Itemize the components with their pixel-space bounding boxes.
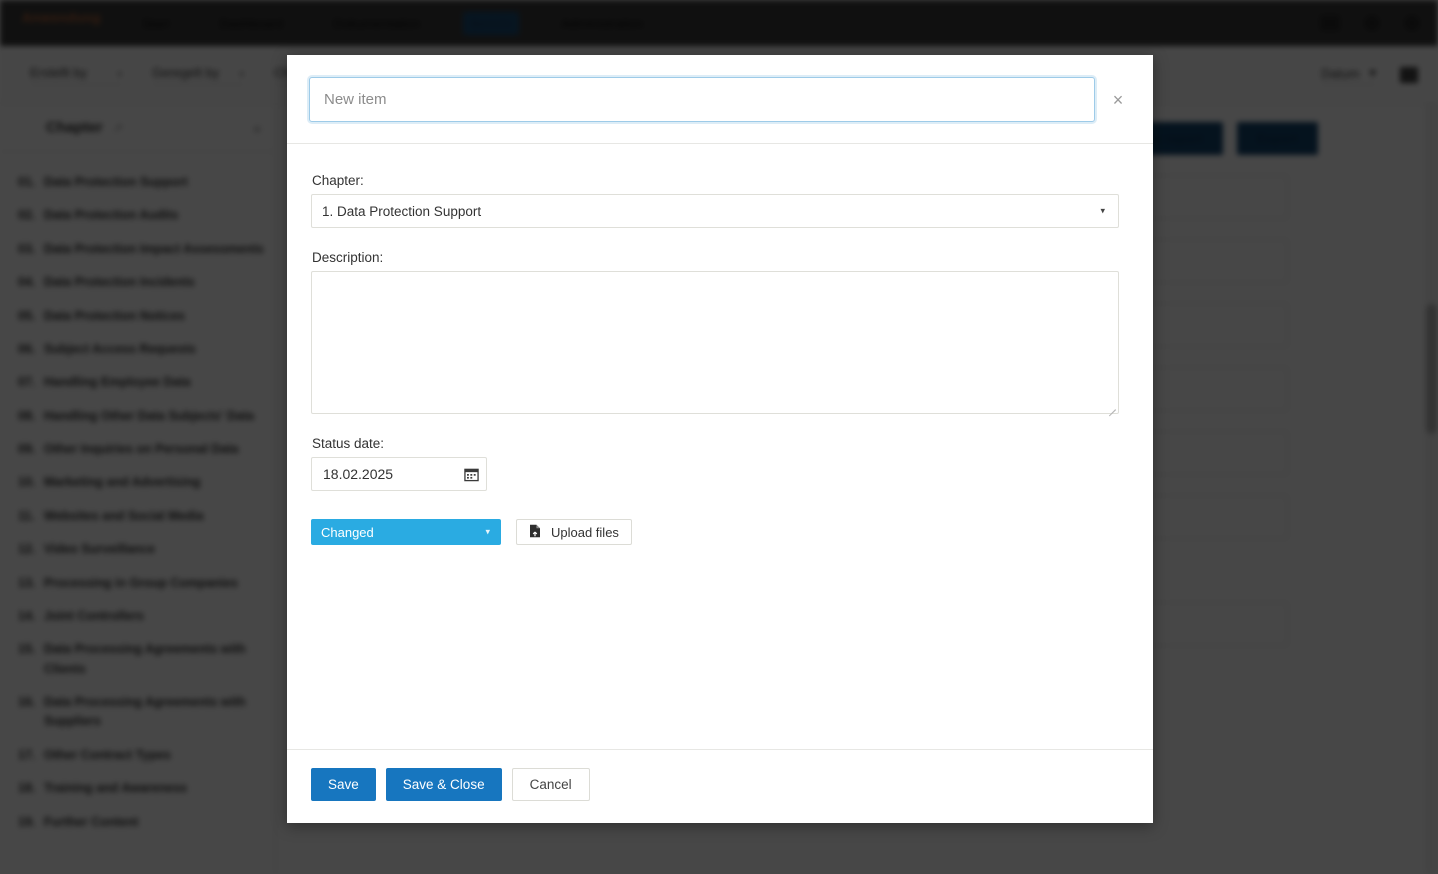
status-date-input[interactable] — [311, 457, 487, 491]
dialog-footer: Save Save & Close Cancel — [287, 749, 1153, 823]
description-textarea[interactable] — [311, 271, 1119, 414]
chapter-select-value: 1. Data Protection Support — [322, 204, 481, 219]
chapter-label: Chapter: — [312, 173, 1129, 188]
chevron-down-icon: ▾ — [485, 527, 490, 538]
upload-files-label: Upload files — [551, 525, 619, 540]
status-date-label: Status date: — [312, 436, 1129, 451]
status-date-wrapper — [311, 457, 487, 491]
calendar-icon[interactable] — [463, 466, 479, 482]
cancel-button[interactable]: Cancel — [512, 768, 590, 801]
save-and-close-button[interactable]: Save & Close — [386, 768, 502, 801]
dialog-body: Chapter: 1. Data Protection Support ▾ De… — [287, 144, 1153, 749]
chapter-select[interactable]: 1. Data Protection Support ▾ — [311, 194, 1119, 228]
status-and-upload-row: Changed ▾ Upload files — [311, 519, 1129, 545]
upload-files-button[interactable]: Upload files — [516, 519, 632, 545]
file-upload-icon — [529, 524, 541, 541]
item-title-input[interactable] — [309, 77, 1095, 122]
chevron-down-icon: ▾ — [1100, 206, 1105, 217]
new-item-dialog: × Chapter: 1. Data Protection Support ▾ … — [287, 55, 1153, 823]
close-icon[interactable]: × — [1105, 87, 1131, 113]
dialog-header: × — [287, 55, 1153, 144]
status-select-value: Changed — [321, 525, 374, 540]
description-wrapper — [311, 271, 1119, 414]
save-button[interactable]: Save — [311, 768, 376, 801]
status-select[interactable]: Changed ▾ — [311, 519, 501, 545]
description-label: Description: — [312, 250, 1129, 265]
